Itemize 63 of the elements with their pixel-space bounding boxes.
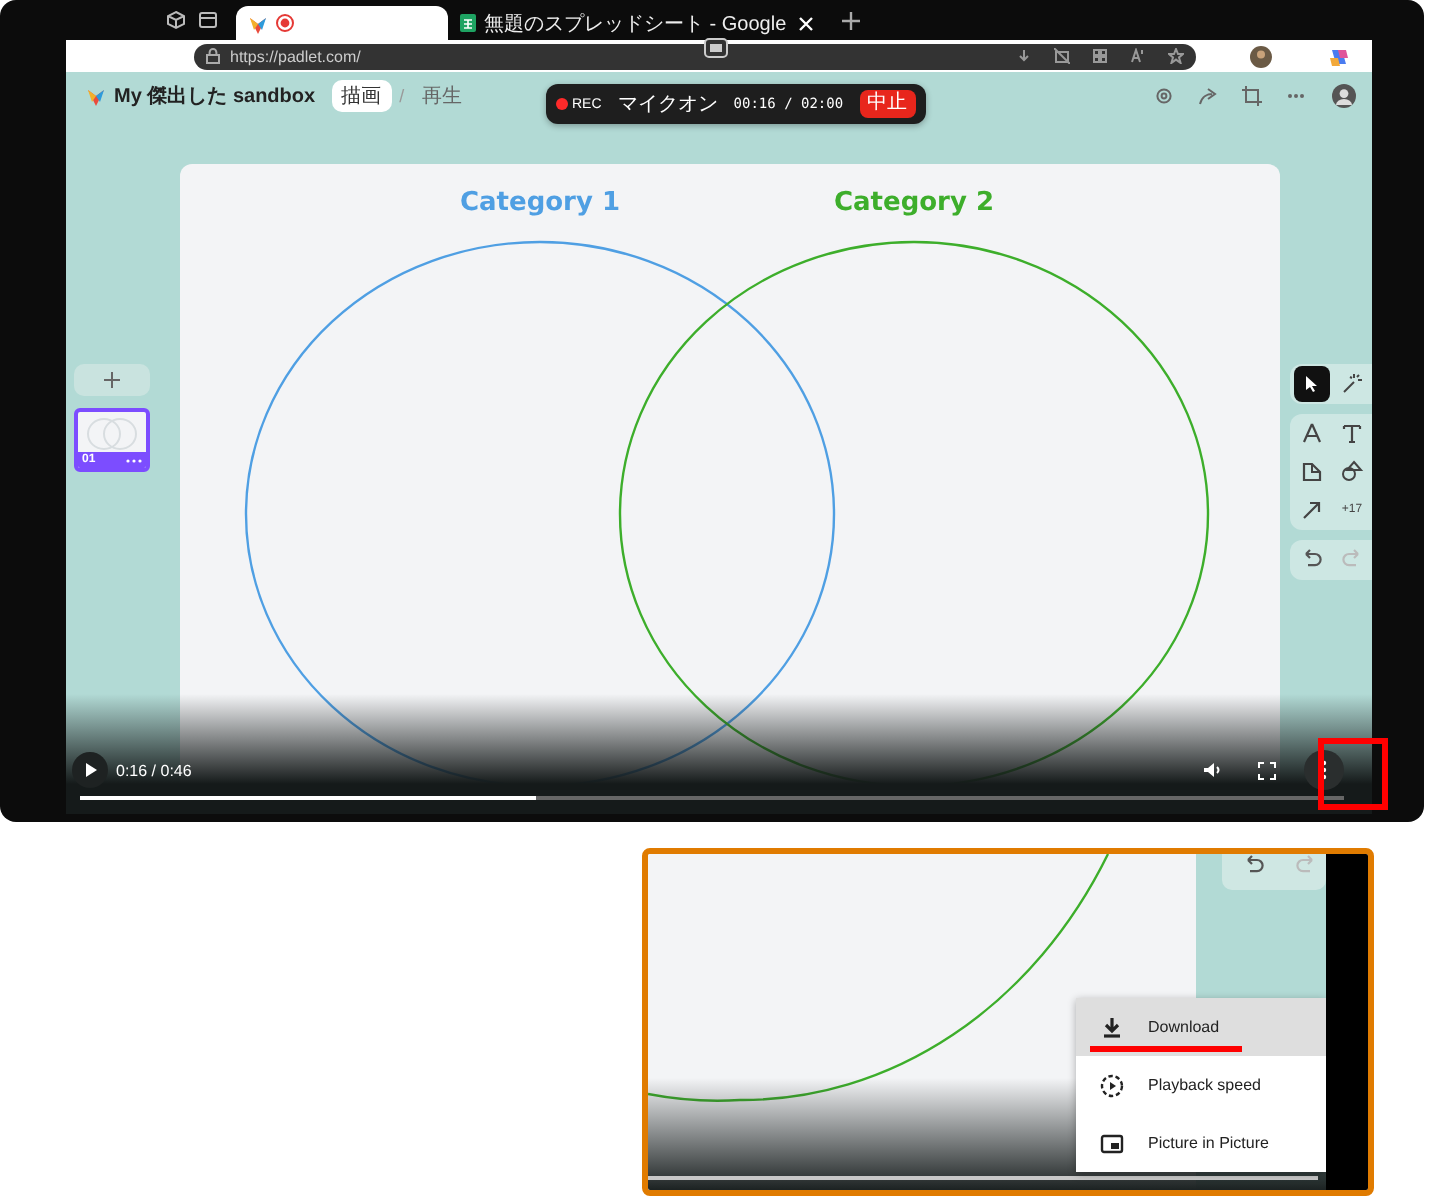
padlet-logo-icon [248, 13, 268, 33]
toolbar-panel [1222, 854, 1326, 890]
note-icon [1300, 460, 1324, 484]
tab-title: 無題のスプレッドシート - Google [484, 11, 787, 37]
avatar-icon[interactable] [1332, 84, 1356, 108]
plus-icon [104, 372, 120, 388]
add-slide-button[interactable] [74, 364, 150, 396]
undo-icon[interactable] [1300, 548, 1324, 572]
more-options-icon[interactable] [1304, 750, 1344, 790]
browser-tab[interactable]: 無題のスプレッドシート - Google [448, 6, 827, 40]
undo-icon[interactable] [1242, 854, 1266, 878]
download-icon [1100, 1015, 1124, 1039]
stop-button[interactable]: 中止 [859, 90, 916, 118]
picture-in-picture-icon [1100, 1131, 1124, 1155]
camera-off-icon[interactable] [1054, 48, 1070, 64]
grid-icon[interactable] [1092, 48, 1108, 64]
menu-label: Download [1148, 1018, 1220, 1036]
star-icon[interactable] [1168, 48, 1184, 64]
close-icon[interactable] [798, 15, 815, 31]
text-icon [1340, 422, 1364, 446]
frame-icon[interactable] [1242, 86, 1262, 106]
fullscreen-icon[interactable] [1258, 761, 1276, 779]
pen-icon [1300, 422, 1324, 446]
plus-icon[interactable] [842, 12, 861, 30]
category-label: Category 2 [831, 188, 997, 218]
lock-icon [206, 48, 220, 64]
menu-item[interactable]: Playback speed [1076, 1056, 1326, 1114]
playback-speed-icon [1100, 1073, 1124, 1097]
mode-tab[interactable]: 描画 [331, 80, 392, 112]
magic-wand-icon [1340, 372, 1364, 396]
menu-item[interactable]: Download [1076, 998, 1326, 1056]
category-label: Category 1 [457, 188, 623, 218]
window-icon[interactable] [198, 10, 218, 30]
record-dot-icon [556, 98, 568, 110]
mode-separator: / [399, 86, 405, 106]
cube-icon[interactable] [166, 10, 186, 30]
shapes-icon [1340, 460, 1364, 484]
padlet-logo-icon [86, 86, 106, 106]
venn-thumbnail-icon [82, 416, 142, 452]
tool-button[interactable] [1294, 366, 1330, 402]
screen-share-icon [704, 38, 728, 58]
avatar-icon[interactable] [1250, 45, 1272, 67]
text-size-icon[interactable] [1130, 48, 1146, 64]
mic-status: マイクオン [617, 92, 718, 118]
dots-icon [126, 457, 142, 463]
settings-icon[interactable] [1154, 86, 1174, 106]
play-icon[interactable] [72, 752, 108, 788]
volume-icon[interactable] [1202, 760, 1222, 780]
video-time: 0:16 / 0:46 [116, 761, 192, 779]
menu-item[interactable]: Picture in Picture [1076, 1114, 1326, 1172]
share-icon[interactable] [1198, 86, 1218, 106]
arrow-icon [1300, 498, 1324, 522]
url-text: https://padlet.com/ [230, 47, 361, 65]
highlight-frame [1318, 738, 1388, 810]
address-bar[interactable]: https://padlet.com/ [194, 43, 1196, 69]
download-icon[interactable] [1016, 48, 1032, 64]
menu-label: Picture in Picture [1148, 1134, 1269, 1152]
sheets-icon [460, 14, 476, 32]
copilot-icon[interactable] [1328, 45, 1350, 67]
board-title: My 傑出した sandbox [114, 83, 316, 110]
menu-label: Playback speed [1148, 1076, 1261, 1094]
browser-tab[interactable] [236, 6, 448, 40]
mode-tab[interactable]: 再生 [412, 80, 473, 112]
